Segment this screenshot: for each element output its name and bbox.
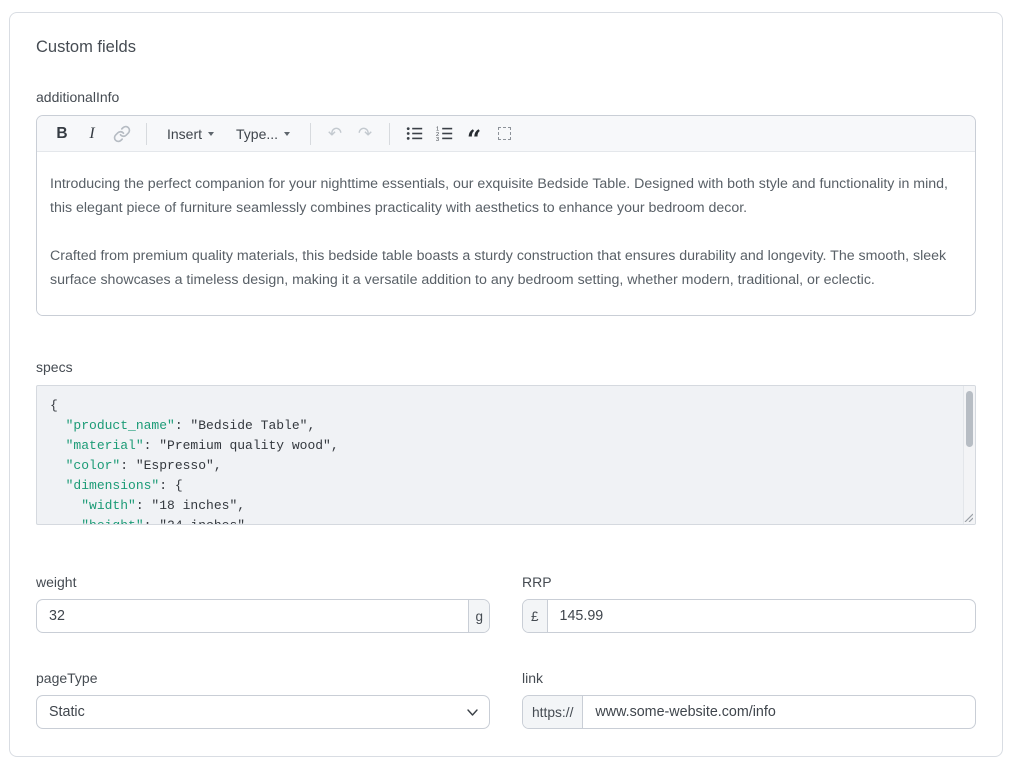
numbered-list-button[interactable]: 1 2 3	[431, 121, 457, 147]
chevron-down-icon	[284, 132, 290, 136]
show-blocks-icon	[498, 127, 511, 140]
rrp-input[interactable]	[548, 600, 975, 632]
toolbar-divider	[146, 123, 147, 145]
link-field: link https://	[522, 671, 976, 729]
additional-info-label: additionalInfo	[36, 90, 976, 105]
insert-dropdown[interactable]: Insert	[159, 121, 222, 147]
link-input[interactable]	[583, 696, 975, 728]
link-label: link	[522, 671, 976, 686]
link-icon	[113, 125, 131, 143]
weight-label: weight	[36, 575, 490, 590]
rrp-currency-addon: £	[523, 600, 548, 632]
editor-content-area[interactable]: Introducing the perfect companion for yo…	[37, 152, 975, 315]
link-button[interactable]	[109, 121, 135, 147]
page-title: Custom fields	[36, 38, 976, 57]
show-blocks-button[interactable]	[491, 121, 517, 147]
custom-fields-card: Custom fields additionalInfo B I Insert	[9, 12, 1003, 757]
bullet-list-button[interactable]	[401, 121, 427, 147]
undo-icon[interactable]: ↶	[322, 121, 348, 147]
weight-input[interactable]	[37, 600, 468, 632]
rich-text-editor: B I Insert Type... ↶	[36, 115, 976, 316]
numbered-list-icon: 1 2 3	[436, 125, 453, 142]
type-dropdown-label: Type...	[236, 126, 278, 142]
specs-scrollbar[interactable]	[963, 386, 975, 524]
editor-toolbar: B I Insert Type... ↶	[37, 116, 975, 152]
editor-paragraph: Introducing the perfect companion for yo…	[50, 172, 961, 220]
specs-scrollbar-thumb[interactable]	[966, 391, 973, 447]
svg-text:3: 3	[436, 137, 439, 142]
specs-code-editor[interactable]: { "product_name": "Bedside Table", "mate…	[36, 385, 976, 525]
weight-field: weight g	[36, 575, 490, 633]
toolbar-divider	[310, 123, 311, 145]
rrp-label: RRP	[522, 575, 976, 590]
weight-unit-addon: g	[468, 600, 489, 632]
fields-grid: weight g RRP £ pageType Static	[36, 575, 976, 729]
italic-button[interactable]: I	[79, 121, 105, 147]
specs-label: specs	[36, 360, 976, 375]
resize-handle-icon[interactable]	[963, 512, 973, 522]
specs-code: { "product_name": "Bedside Table", "mate…	[37, 386, 975, 525]
bullet-list-icon	[406, 125, 423, 142]
bold-button[interactable]: B	[49, 121, 75, 147]
page-type-field: pageType Static	[36, 671, 490, 729]
toolbar-divider	[389, 123, 390, 145]
page-type-label: pageType	[36, 671, 490, 686]
type-dropdown[interactable]: Type...	[228, 121, 298, 147]
page-type-select[interactable]: Static	[36, 695, 490, 729]
rrp-field: RRP £	[522, 575, 976, 633]
redo-icon[interactable]: ↷	[352, 121, 378, 147]
insert-dropdown-label: Insert	[167, 126, 202, 142]
link-protocol-addon: https://	[523, 696, 583, 728]
blockquote-icon[interactable]: “	[461, 121, 487, 147]
chevron-down-icon	[208, 132, 214, 136]
editor-paragraph: Crafted from premium quality materials, …	[50, 244, 961, 292]
